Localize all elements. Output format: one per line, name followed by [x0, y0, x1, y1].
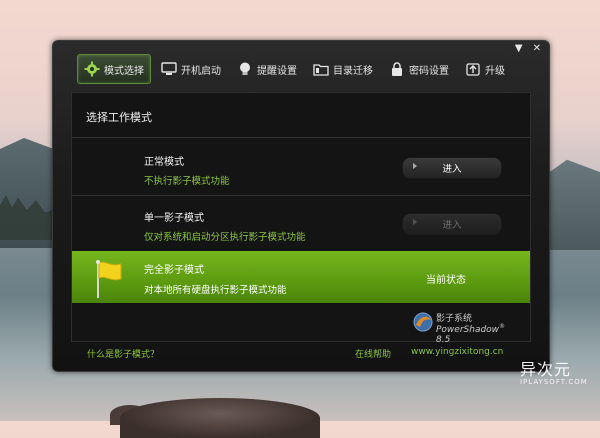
- flag-icon: [96, 260, 122, 298]
- powershadow-logo-icon: [413, 312, 433, 332]
- enter-normal-mode-button[interactable]: 进入: [402, 157, 502, 179]
- gear-icon: [84, 61, 100, 77]
- enter-single-mode-button[interactable]: 进入: [402, 213, 502, 235]
- brand-logo: 影子系统 PowerShadow® 8.5: [412, 311, 522, 345]
- powershadow-window: ▼ ✕ 模式选择 开机启动 提醒设置 目录迁移 密码设置 升级 选择工作模式 正…: [52, 40, 550, 372]
- upgrade-icon: [465, 61, 481, 77]
- watermark-en: IPLAYSOFT.COM: [520, 378, 588, 386]
- folder-icon: [313, 61, 329, 77]
- iplaysoft-watermark: 异次元 IPLAYSOFT.COM: [506, 356, 596, 396]
- tab-mode-select[interactable]: 模式选择: [77, 54, 151, 84]
- brand-name-en: PowerShadow® 8.5: [436, 323, 522, 345]
- mode-normal-title: 正常模式: [144, 157, 184, 168]
- tab-label: 模式选择: [104, 65, 144, 77]
- pin-button[interactable]: ▼: [515, 44, 523, 54]
- monitor-icon: [161, 61, 177, 77]
- panel-title: 选择工作模式: [86, 111, 152, 124]
- tab-label: 升级: [485, 65, 505, 77]
- toolbar: 模式选择 开机启动 提醒设置 目录迁移 密码设置 升级: [77, 53, 515, 85]
- button-label: 进入: [442, 220, 462, 231]
- mode-panel: 选择工作模式 正常模式 不执行影子模式功能 进入 单一影子模式 仅对系统和启动分…: [71, 92, 531, 345]
- divider: [72, 195, 530, 196]
- lock-icon: [389, 61, 405, 77]
- watermark-cn: 异次元: [520, 360, 572, 379]
- mode-normal-desc: 不执行影子模式功能: [144, 176, 230, 187]
- divider: [72, 137, 530, 138]
- tab-label: 密码设置: [409, 65, 449, 77]
- background-rock: [120, 398, 320, 438]
- current-status-label: 当前状态: [426, 275, 466, 286]
- brand-version: 8.5: [436, 335, 451, 345]
- tab-directory-migration[interactable]: 目录迁移: [307, 55, 379, 83]
- play-icon: [413, 163, 417, 169]
- tab-label: 开机启动: [181, 65, 221, 77]
- mode-single-desc: 仅对系统和启动分区执行影子模式功能: [144, 232, 306, 243]
- tab-label: 提醒设置: [257, 65, 297, 77]
- bulb-icon: [237, 61, 253, 77]
- tab-label: 目录迁移: [333, 65, 373, 77]
- play-icon: [413, 219, 417, 225]
- website-link[interactable]: www.yingzixitong.cn: [411, 347, 503, 357]
- online-help-link[interactable]: 在线帮助: [355, 347, 391, 360]
- tab-reminder[interactable]: 提醒设置: [231, 55, 303, 83]
- tab-startup[interactable]: 开机启动: [155, 55, 227, 83]
- mode-single-title: 单一影子模式: [144, 213, 204, 224]
- close-button[interactable]: ✕: [533, 44, 541, 54]
- window-controls: ▼ ✕: [515, 44, 541, 54]
- registered-mark: ®: [499, 323, 506, 330]
- brand-product: PowerShadow: [436, 325, 500, 335]
- tab-upgrade[interactable]: 升级: [459, 55, 511, 83]
- mode-full-title: 完全影子模式: [144, 265, 204, 276]
- button-label: 进入: [442, 164, 462, 175]
- mode-full-desc: 对本地所有硬盘执行影子模式功能: [144, 285, 287, 296]
- tab-password[interactable]: 密码设置: [383, 55, 455, 83]
- what-is-shadow-mode-link[interactable]: 什么是影子模式？: [87, 347, 159, 360]
